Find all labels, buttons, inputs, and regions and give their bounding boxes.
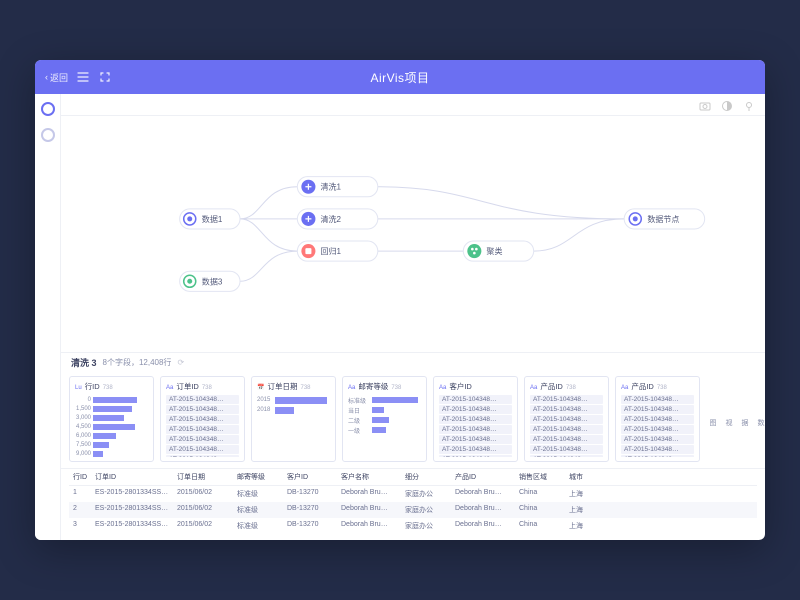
- col-header[interactable]: 产品ID: [451, 469, 515, 485]
- col-header[interactable]: 客户ID: [283, 469, 337, 485]
- svg-text:数据节点: 数据节点: [647, 214, 679, 224]
- svg-text:数据1: 数据1: [202, 214, 223, 224]
- back-label: 返回: [50, 71, 68, 84]
- node-data3[interactable]: 数据3: [180, 271, 240, 291]
- node-cluster[interactable]: 聚类: [463, 241, 533, 261]
- field-card[interactable]: Aa订单ID738AT-2015-104348…AT-2015-104348…A…: [160, 376, 245, 462]
- card-title: 客户ID: [449, 381, 472, 392]
- card-title: 产品ID: [540, 381, 563, 392]
- sidebar-node-icon[interactable]: [41, 102, 55, 116]
- node-data1[interactable]: 数据1: [180, 209, 240, 229]
- card-count: 738: [566, 385, 576, 391]
- canvas-toolbar: [61, 94, 765, 116]
- card-title: 行ID: [85, 381, 100, 392]
- contrast-icon[interactable]: [721, 99, 733, 111]
- col-header[interactable]: 邮寄等级: [233, 469, 283, 485]
- type-icon: 📅: [257, 384, 264, 391]
- card-title: 订单日期: [267, 381, 297, 392]
- svg-text:回归1: 回归1: [320, 246, 341, 256]
- node-clean2[interactable]: 清洗2: [297, 209, 377, 229]
- pin-icon[interactable]: [743, 99, 755, 111]
- table-row[interactable]: 2ES-2015-2801334SS…2015/06/02标准级DB-13270…: [69, 502, 757, 518]
- card-count: 738: [657, 385, 667, 391]
- page-title: AirVis项目: [370, 69, 429, 86]
- field-card[interactable]: 📅订单日期73820152018: [251, 376, 336, 462]
- col-header[interactable]: 行ID: [69, 469, 91, 485]
- refresh-icon[interactable]: ⟳: [177, 358, 184, 367]
- field-card[interactable]: Aa产品ID738AT-2015-104348…AT-2015-104348…A…: [615, 376, 700, 462]
- card-title: 邮寄等级: [358, 381, 388, 392]
- type-icon: Aa: [348, 385, 355, 391]
- col-header[interactable]: 订单ID: [91, 469, 173, 485]
- field-card[interactable]: Lu行ID73801,5003,0004,5006,0007,5009,000: [69, 376, 154, 462]
- svg-text:数据3: 数据3: [202, 276, 223, 286]
- node-regress1[interactable]: 回归1: [297, 241, 377, 261]
- back-button[interactable]: ‹ 返回: [45, 71, 68, 84]
- node-endpoint[interactable]: 数据节点: [624, 209, 704, 229]
- right-tabs[interactable]: 数据视图: [751, 372, 765, 468]
- data-table: 行ID订单ID订单日期邮寄等级客户ID客户名称细分产品ID销售区域城市 1ES-…: [61, 469, 765, 540]
- col-header[interactable]: 细分: [401, 469, 451, 485]
- card-count: 738: [391, 385, 401, 391]
- table-row[interactable]: 1ES-2015-2801334SS…2015/06/02标准级DB-13270…: [69, 486, 757, 502]
- col-header[interactable]: 客户名称: [337, 469, 401, 485]
- table-header: 行ID订单ID订单日期邮寄等级客户ID客户名称细分产品ID销售区域城市: [69, 469, 757, 486]
- table-row[interactable]: 3ES-2015-2801334SS…2015/06/02标准级DB-13270…: [69, 518, 757, 534]
- field-card[interactable]: Aa产品ID738AT-2015-104348…AT-2015-104348…A…: [524, 376, 609, 462]
- app-window: ‹ 返回 AirVis项目: [35, 60, 765, 540]
- col-header[interactable]: 订单日期: [173, 469, 233, 485]
- camera-icon[interactable]: [699, 99, 711, 111]
- type-icon: Aa: [530, 385, 537, 391]
- chevron-left-icon: ‹: [45, 72, 48, 82]
- sidebar-node-icon[interactable]: [41, 128, 55, 142]
- card-count: 738: [202, 385, 212, 391]
- svg-text:聚类: 聚类: [486, 246, 502, 256]
- node-clean1[interactable]: 清洗1: [297, 177, 377, 197]
- card-title: 订单ID: [176, 381, 199, 392]
- titlebar: ‹ 返回 AirVis项目: [35, 60, 765, 94]
- type-icon: Aa: [439, 385, 446, 391]
- fullscreen-icon[interactable]: [98, 70, 112, 84]
- field-card[interactable]: Aa客户IDAT-2015-104348…AT-2015-104348…AT-2…: [433, 376, 518, 462]
- type-icon: Aa: [166, 385, 173, 391]
- field-cards: Lu行ID73801,5003,0004,5006,0007,5009,000A…: [61, 372, 751, 468]
- card-title: 产品ID: [631, 381, 654, 392]
- card-count: 738: [103, 385, 113, 391]
- card-count: 738: [300, 385, 310, 391]
- preview-title: 清洗 3: [71, 356, 97, 369]
- type-icon: Lu: [75, 385, 82, 391]
- preview-meta: 8个字段，12,408行: [103, 357, 172, 368]
- preview-header: 清洗 3 8个字段，12,408行 ⟳: [61, 352, 765, 372]
- field-card[interactable]: Aa邮寄等级738标准级当日二级一级: [342, 376, 427, 462]
- flow-canvas[interactable]: 数据1 数据3 清洗1 清洗2: [61, 116, 765, 352]
- list-icon[interactable]: [76, 70, 90, 84]
- left-sidebar: [35, 94, 61, 540]
- col-header[interactable]: 城市: [565, 469, 605, 485]
- type-icon: Aa: [621, 385, 628, 391]
- svg-text:清洗2: 清洗2: [320, 214, 341, 224]
- svg-text:清洗1: 清洗1: [320, 182, 341, 192]
- col-header[interactable]: 销售区域: [515, 469, 565, 485]
